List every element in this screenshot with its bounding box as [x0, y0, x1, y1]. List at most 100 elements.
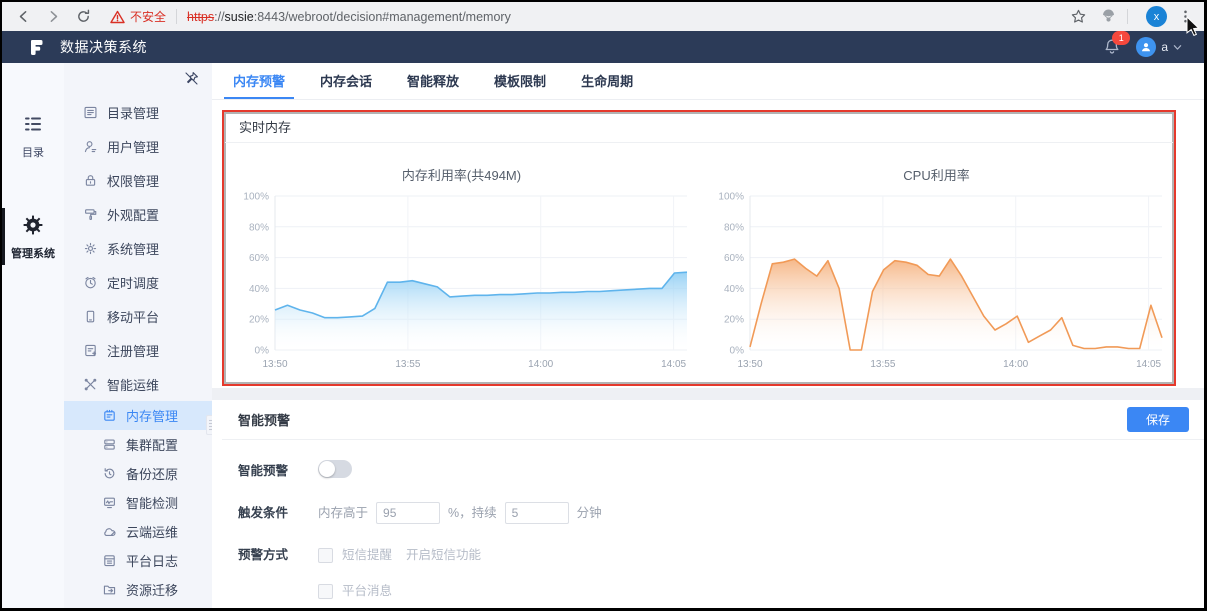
browser-menu-icon[interactable]	[1177, 8, 1194, 25]
alarm-clock-icon	[83, 275, 98, 290]
section-title: 实时内存	[239, 120, 292, 135]
sidebar-item-user-mgmt[interactable]: 用户管理	[64, 129, 212, 163]
sidebar-item-mobile-platform[interactable]: 移动平台	[64, 299, 212, 333]
sidebar-item-registration-mgmt[interactable]: 注册管理	[64, 333, 212, 367]
svg-text:13:55: 13:55	[870, 359, 895, 370]
alert-method-sms: 短信提醒 开启短信功能	[318, 544, 481, 566]
tab-memory-alert[interactable]: 内存预警	[224, 63, 295, 99]
app-logo-icon[interactable]	[28, 38, 47, 57]
sidebar-item-label: 权限管理	[107, 173, 160, 189]
sidebar-item-platform-log[interactable]: 平台日志	[64, 546, 212, 575]
realtime-memory-card: 实时内存 内存利用率(共494M) 0% 20% 40% 60% 80% 100% 13:5…	[222, 110, 1176, 386]
paint-roller-icon	[83, 207, 98, 222]
unpin-icon[interactable]	[183, 70, 200, 87]
tab-memory-session[interactable]: 内存会话	[311, 63, 381, 99]
enable-sms-link[interactable]: 开启短信功能	[406, 544, 481, 566]
trigger-mid: %，持续	[448, 506, 497, 520]
tab-smart-release[interactable]: 智能释放	[398, 63, 468, 99]
extension-icon[interactable]	[1100, 8, 1117, 25]
memory-icon	[102, 408, 117, 423]
grid-icon	[83, 105, 98, 120]
section-title: 智能预警	[238, 413, 291, 428]
checkbox-platform[interactable]	[318, 583, 333, 599]
security-warning[interactable]: 不安全	[110, 8, 166, 25]
restore-icon	[102, 466, 117, 481]
svg-text:40%: 40%	[723, 284, 743, 295]
sidebar-item-label: 移动平台	[107, 309, 160, 325]
checkbox-sms[interactable]	[318, 547, 333, 563]
sidebar-item-label: 资源迁移	[126, 583, 179, 598]
gear-icon	[22, 214, 44, 239]
left-rail: 目录 管理系统	[2, 63, 64, 608]
svg-text:13:50: 13:50	[737, 359, 762, 370]
smart-alert-toggle[interactable]	[318, 460, 352, 478]
svg-text:0%: 0%	[254, 346, 269, 357]
sidebar-item-label: 智能检测	[126, 496, 179, 511]
sidebar-item-catalog-mgmt[interactable]: 目录管理	[64, 95, 212, 129]
address-bar[interactable]: https://susie:8443/webroot/decision#mana…	[187, 10, 511, 24]
tab-bar: 内存预警 内存会话 智能释放 模板限制 生命周期	[212, 63, 1204, 100]
document-icon	[83, 343, 98, 358]
sidebar-item-system-mgmt[interactable]: 系统管理	[64, 231, 212, 265]
gear-outline-icon	[83, 241, 98, 256]
method-label: 平台消息	[342, 584, 393, 598]
sidebar-item-resource-migration[interactable]: 资源迁移	[64, 575, 212, 604]
sidebar-item-backup-restore[interactable]: 备份还原	[64, 459, 212, 488]
rail-item-directory[interactable]: 目录	[2, 99, 64, 172]
sidebar-item-label: 系统管理	[107, 241, 160, 257]
sidebar-item-label: 集群配置	[126, 438, 179, 453]
memory-threshold-input[interactable]	[376, 502, 441, 524]
sidebar-item-smart-detection[interactable]: 智能检测	[64, 488, 212, 517]
app-title: 数据决策系统	[60, 39, 147, 55]
tab-template-limit[interactable]: 模板限制	[485, 63, 555, 99]
browser-profile-avatar[interactable]: x	[1146, 6, 1167, 27]
rail-item-label: 管理系统	[11, 248, 55, 260]
sidebar-item-label: 内存管理	[126, 409, 179, 424]
user-icon	[83, 139, 98, 154]
active-indicator	[2, 208, 5, 265]
duration-input[interactable]	[504, 502, 569, 524]
sidebar-item-auth-mgmt[interactable]: 权限管理	[64, 163, 212, 197]
main-content: 内存预警 内存会话 智能释放 模板限制 生命周期 实时内存 内存利用率(共494M) 0…	[212, 63, 1204, 608]
sidebar-item-label: 备份还原	[126, 467, 179, 482]
sidebar-item-schedule[interactable]: 定时调度	[64, 265, 212, 299]
reload-icon[interactable]	[75, 8, 92, 25]
sidebar-item-cloud-ops[interactable]: 云端运维	[64, 517, 212, 546]
user-name: a	[1161, 40, 1168, 54]
sidebar-item-intelligent-ops[interactable]: 智能运维	[64, 367, 212, 401]
svg-text:80%: 80%	[248, 222, 268, 233]
cloud-icon	[102, 524, 117, 539]
sidebar-item-label: 目录管理	[107, 105, 160, 121]
memory-utilization-chart: 内存利用率(共494M) 0% 20% 40% 60% 80% 100% 13:50 13:5…	[224, 165, 699, 377]
trigger-condition-label: 触发条件	[238, 506, 289, 520]
sidebar-item-memory-mgmt[interactable]: 内存管理	[64, 401, 212, 430]
svg-text:20%: 20%	[248, 315, 268, 326]
sidebar-item-label: 用户管理	[107, 139, 160, 155]
ops-icon	[83, 377, 98, 392]
sidebar-item-label: 智能运维	[107, 377, 160, 393]
back-icon[interactable]	[15, 8, 32, 25]
toolbar-separator	[1127, 9, 1128, 24]
notification-bell-icon[interactable]: 1	[1102, 31, 1131, 57]
sidebar-menu: 目录管理用户管理权限管理外观配置系统管理定时调度移动平台注册管理智能运维内存管理…	[64, 63, 212, 604]
sidebar-item-cluster-config[interactable]: 集群配置	[64, 430, 212, 459]
monitor-icon	[102, 495, 117, 510]
save-button[interactable]: 保存	[1127, 407, 1189, 432]
svg-text:100%: 100%	[243, 192, 269, 203]
tab-lifecycle[interactable]: 生命周期	[572, 63, 642, 99]
user-menu[interactable]: a	[1136, 37, 1182, 57]
server-stack-icon	[102, 437, 117, 452]
sidebar: 目录管理用户管理权限管理外观配置系统管理定时调度移动平台注册管理智能运维内存管理…	[64, 63, 215, 608]
trigger-suffix: 分钟	[576, 506, 602, 520]
bookmark-star-icon[interactable]	[1070, 8, 1087, 25]
chart-title: 内存利用率(共494M)	[401, 168, 522, 183]
forward-icon[interactable]	[45, 8, 62, 25]
svg-text:13:55: 13:55	[395, 359, 420, 370]
screen: 不安全 https://susie:8443/webroot/decision#…	[0, 0, 1207, 611]
sidebar-item-label: 定时调度	[107, 275, 160, 291]
toolbar-separator	[176, 9, 178, 24]
svg-text:100%: 100%	[718, 192, 744, 203]
sidebar-item-appearance-config[interactable]: 外观配置	[64, 197, 212, 231]
rail-item-management[interactable]: 管理系统	[2, 200, 64, 273]
sidebar-item-label: 外观配置	[107, 207, 160, 223]
